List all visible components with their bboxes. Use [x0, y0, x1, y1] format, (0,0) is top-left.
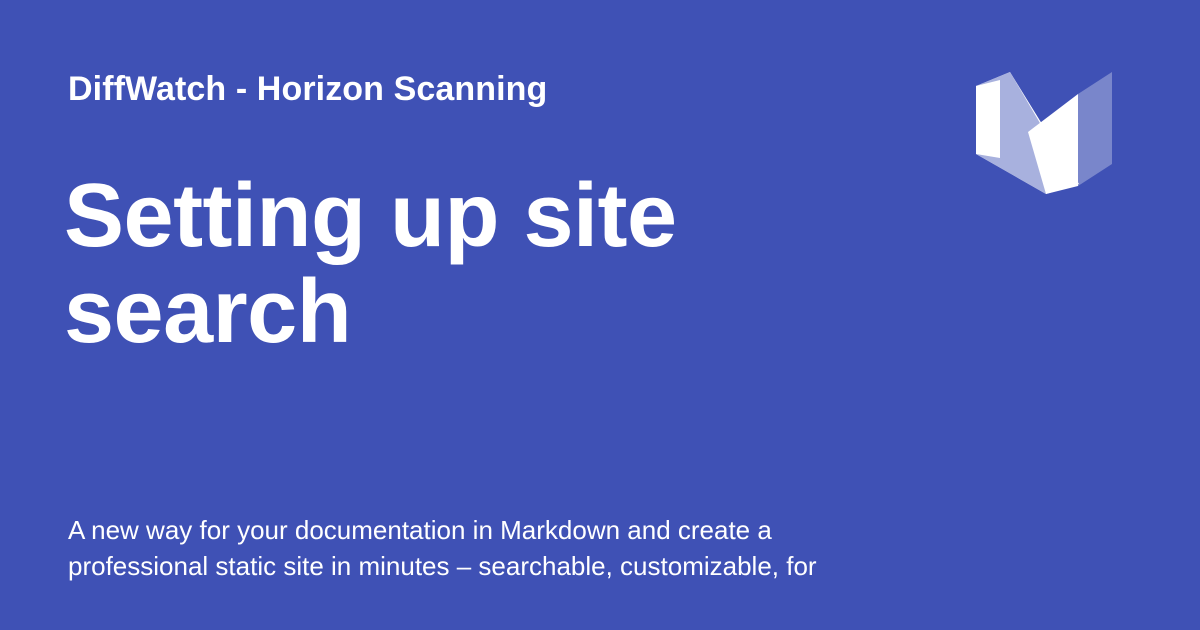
page-title-line-2: search [64, 262, 352, 362]
site-name: DiffWatch - Horizon Scanning [68, 70, 548, 108]
description-line-1: A new way for your documentation in Mark… [68, 515, 772, 545]
description-line-2: professional static site in minutes – se… [68, 551, 817, 581]
social-card: DiffWatch - Horizon Scanning Setting up … [0, 0, 1200, 630]
page-title-line-1: Setting up site [64, 166, 677, 266]
page-description: A new way for your documentation in Mark… [68, 512, 968, 584]
logo-back-panel [1078, 72, 1112, 186]
page-title: Setting up site search [64, 168, 824, 360]
material-logo-icon [976, 72, 1112, 194]
logo-left-face [976, 80, 1000, 158]
